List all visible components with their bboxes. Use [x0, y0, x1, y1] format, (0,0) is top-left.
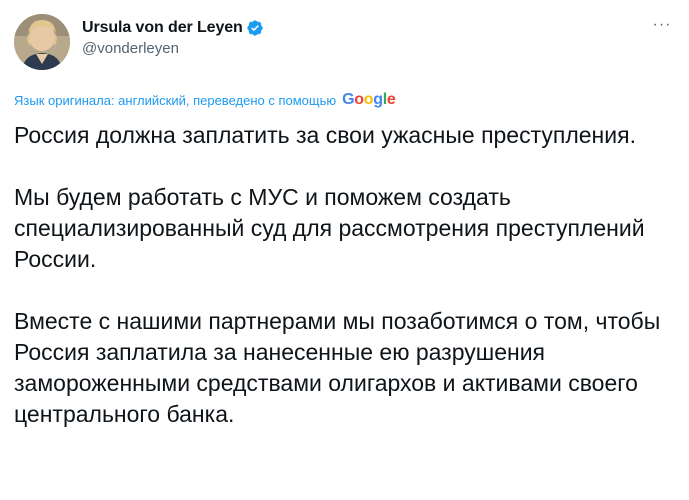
tweet-paragraph: Мы будем работать с МУС и поможем создат…: [14, 184, 645, 272]
translation-label: Язык оригинала: английский, переведено с…: [14, 92, 337, 108]
google-logo: Google: [342, 91, 396, 108]
avatar[interactable]: [14, 14, 70, 70]
tweet-paragraph: Россия должна заплатить за свои ужасные …: [14, 122, 636, 148]
tweet-text: Россия должна заплатить за свои ужасные …: [14, 120, 674, 430]
verified-badge-icon: [246, 19, 264, 37]
tweet-card: Ursula von der Leyen @vonderleyen ··· Яз…: [0, 0, 689, 500]
translation-notice: Язык оригинала: английский, переведено с…: [14, 90, 675, 110]
more-horizontal-icon[interactable]: ···: [647, 10, 677, 40]
name-row: Ursula von der Leyen: [82, 19, 264, 37]
avatar-photo: [14, 14, 70, 70]
author-info: Ursula von der Leyen @vonderleyen: [82, 19, 264, 57]
tweet-header: Ursula von der Leyen @vonderleyen: [14, 12, 675, 76]
tweet-paragraph: Вместе с нашими партнерами мы позаботимс…: [14, 308, 661, 427]
user-handle[interactable]: @vonderleyen: [82, 40, 264, 57]
display-name[interactable]: Ursula von der Leyen: [82, 19, 243, 37]
